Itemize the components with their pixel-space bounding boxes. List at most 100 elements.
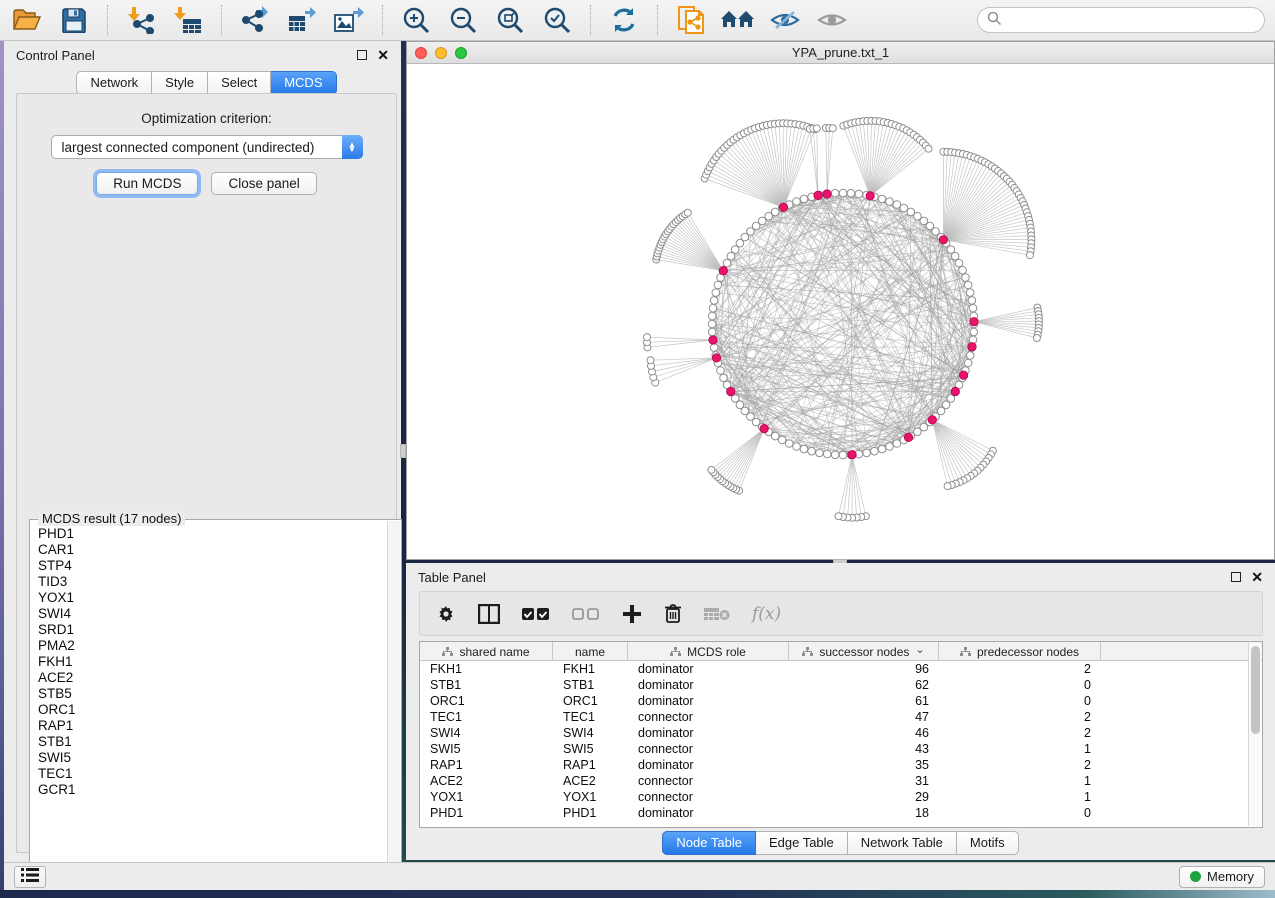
network-mcds-node[interactable]: [823, 190, 831, 198]
network-ring-node[interactable]: [708, 320, 716, 328]
settings-gear-icon[interactable]: [436, 604, 456, 624]
tab-motifs[interactable]: Motifs: [957, 831, 1019, 855]
show-panels-button[interactable]: [815, 4, 849, 36]
table-cell[interactable]: 96: [789, 662, 939, 676]
table-cell[interactable]: connector: [628, 790, 789, 804]
zoom-fit-button[interactable]: [493, 4, 527, 36]
select-all-checkbox-icon[interactable]: [522, 607, 550, 621]
import-table-button[interactable]: [171, 4, 205, 36]
export-table-button[interactable]: [285, 4, 319, 36]
table-cell[interactable]: 1: [939, 774, 1101, 788]
network-ring-node[interactable]: [886, 443, 894, 451]
network-ring-node[interactable]: [871, 447, 879, 455]
search-input[interactable]: [1008, 13, 1255, 28]
column-header-name[interactable]: name: [553, 642, 628, 661]
tab-mcds[interactable]: MCDS: [271, 71, 336, 95]
mcds-result-item[interactable]: STB1: [38, 734, 387, 750]
home-views-button[interactable]: [721, 4, 755, 36]
network-leaf-node[interactable]: [647, 357, 654, 364]
mcds-result-item[interactable]: RAP1: [38, 718, 387, 734]
table-cell[interactable]: 35: [789, 758, 939, 772]
table-row[interactable]: YOX1YOX1connector291: [420, 789, 1262, 805]
network-ring-node[interactable]: [964, 359, 972, 367]
close-panel-icon[interactable]: ✕: [1251, 572, 1263, 582]
hide-panels-button[interactable]: [768, 4, 802, 36]
table-row[interactable]: STB1STB1dominator620: [420, 677, 1262, 693]
table-cell[interactable]: 2: [939, 710, 1101, 724]
network-ring-node[interactable]: [968, 297, 976, 305]
network-ring-node[interactable]: [710, 297, 718, 305]
network-mcds-node[interactable]: [939, 236, 947, 244]
network-leaf-node[interactable]: [835, 513, 842, 520]
mcds-result-list[interactable]: PHD1CAR1STP4TID3YOX1SWI4SRD1PMA2FKH1ACE2…: [31, 521, 387, 887]
network-ring-node[interactable]: [893, 201, 901, 209]
network-ring-node[interactable]: [966, 289, 974, 297]
network-ring-node[interactable]: [712, 289, 720, 297]
table-cell[interactable]: 0: [939, 694, 1101, 708]
mcds-list-scrollbar[interactable]: [387, 521, 400, 887]
network-leaf-node[interactable]: [1027, 252, 1034, 259]
table-cell[interactable]: connector: [628, 710, 789, 724]
network-ring-node[interactable]: [800, 445, 808, 453]
network-ring-node[interactable]: [808, 447, 816, 455]
network-ring-node[interactable]: [962, 274, 970, 282]
table-cell[interactable]: 43: [789, 742, 939, 756]
network-mcds-node[interactable]: [959, 371, 967, 379]
table-cell[interactable]: 61: [789, 694, 939, 708]
deselect-all-checkbox-icon[interactable]: [572, 607, 600, 621]
network-mcds-node[interactable]: [779, 203, 787, 211]
table-cell[interactable]: SWI4: [553, 726, 628, 740]
mcds-result-item[interactable]: STB5: [38, 686, 387, 702]
table-cell[interactable]: connector: [628, 742, 789, 756]
table-cell[interactable]: 0: [939, 678, 1101, 692]
zoom-selected-button[interactable]: [540, 4, 574, 36]
table-cell[interactable]: SWI5: [420, 742, 553, 756]
network-mcds-node[interactable]: [848, 451, 856, 459]
network-mcds-node[interactable]: [727, 387, 735, 395]
network-ring-node[interactable]: [900, 204, 908, 212]
network-ring-node[interactable]: [717, 367, 725, 375]
run-mcds-button[interactable]: Run MCDS: [96, 172, 198, 195]
network-ring-node[interactable]: [969, 304, 977, 312]
table-cell[interactable]: 46: [789, 726, 939, 740]
network-mcds-node[interactable]: [760, 424, 768, 432]
network-ring-node[interactable]: [709, 304, 717, 312]
network-ring-node[interactable]: [785, 440, 793, 448]
table-scrollbar[interactable]: [1248, 643, 1261, 826]
network-ring-node[interactable]: [778, 436, 786, 444]
close-panel-button[interactable]: Close panel: [211, 172, 316, 195]
network-ring-node[interactable]: [710, 344, 718, 352]
table-cell[interactable]: ORC1: [420, 694, 553, 708]
network-mcds-node[interactable]: [814, 191, 822, 199]
network-leaf-node[interactable]: [644, 334, 651, 341]
table-cell[interactable]: 29: [789, 790, 939, 804]
vertical-splitter-handle[interactable]: [400, 444, 406, 458]
network-window-titlebar[interactable]: YPA_prune.txt_1: [407, 42, 1274, 64]
network-ring-node[interactable]: [793, 443, 801, 451]
delete-row-trash-icon[interactable]: [664, 603, 682, 624]
table-cell[interactable]: 2: [939, 662, 1101, 676]
close-panel-icon[interactable]: ✕: [377, 50, 389, 60]
table-cell[interactable]: 47: [789, 710, 939, 724]
network-leaf-node[interactable]: [684, 209, 691, 216]
mcds-result-item[interactable]: YOX1: [38, 590, 387, 606]
table-row[interactable]: ACE2ACE2connector311: [420, 773, 1262, 789]
search-box[interactable]: [977, 7, 1265, 33]
mcds-result-item[interactable]: ORC1: [38, 702, 387, 718]
network-leaf-node[interactable]: [1033, 335, 1040, 342]
export-image-button[interactable]: [332, 4, 366, 36]
table-cell[interactable]: STB1: [420, 678, 553, 692]
table-scrollbar-thumb[interactable]: [1251, 646, 1260, 734]
table-cell[interactable]: ORC1: [553, 694, 628, 708]
network-mcds-node[interactable]: [970, 318, 978, 326]
network-ring-node[interactable]: [878, 445, 886, 453]
network-ring-node[interactable]: [847, 189, 855, 197]
network-ring-node[interactable]: [878, 195, 886, 203]
network-leaf-node[interactable]: [708, 466, 715, 473]
task-history-button[interactable]: [14, 866, 46, 888]
network-ring-node[interactable]: [800, 195, 808, 203]
network-ring-node[interactable]: [886, 198, 894, 206]
table-cell[interactable]: dominator: [628, 726, 789, 740]
network-leaf-node[interactable]: [813, 125, 820, 132]
mcds-result-item[interactable]: ACE2: [38, 670, 387, 686]
